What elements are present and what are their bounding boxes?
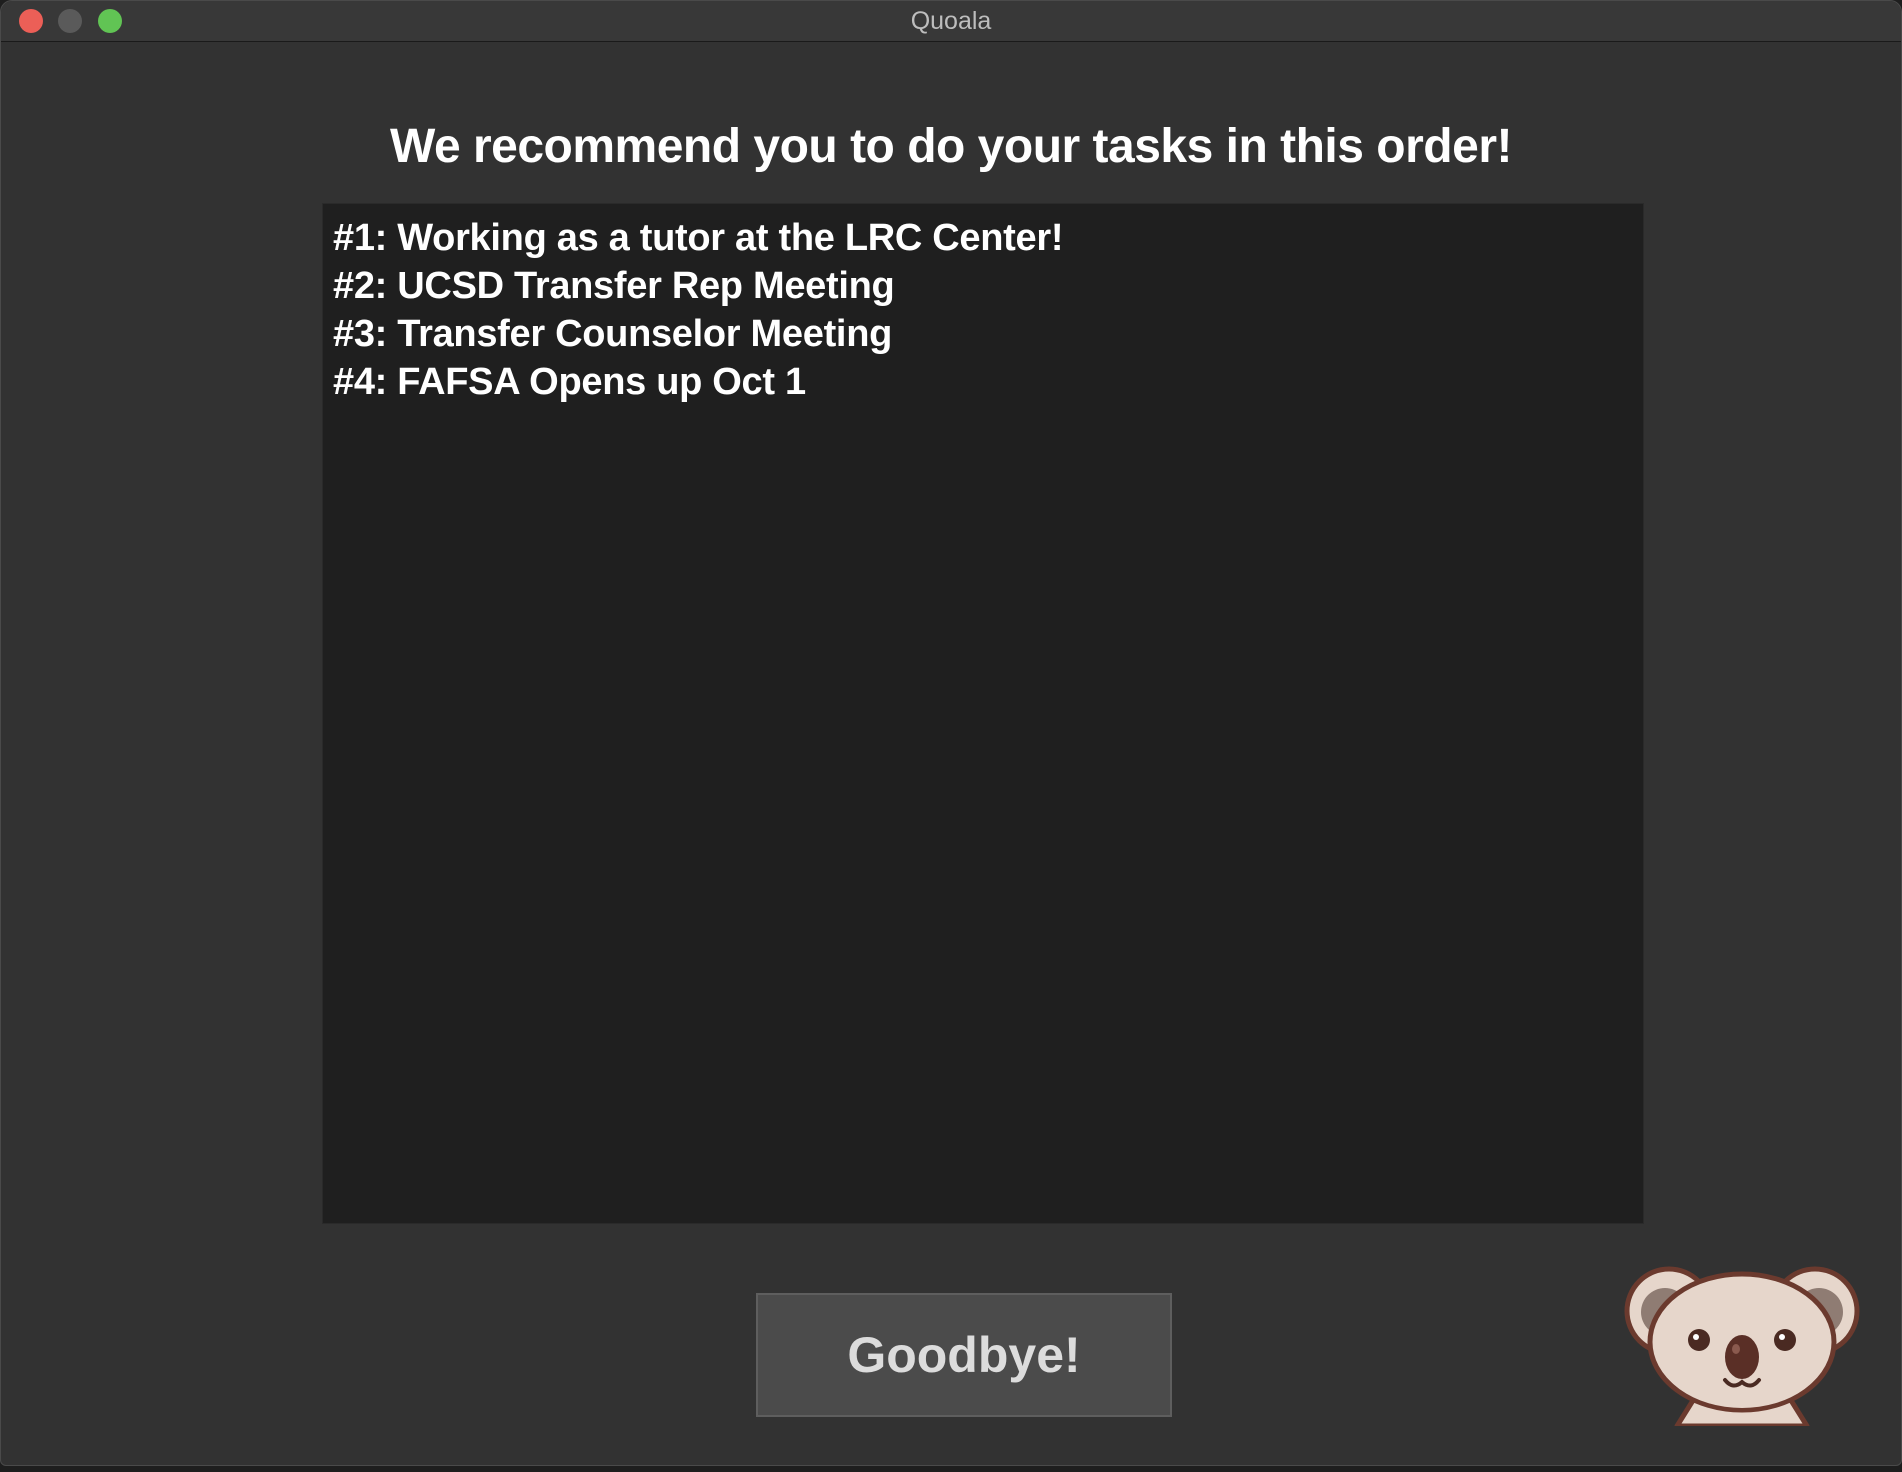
window-title: Quoala	[910, 7, 992, 35]
page-heading: We recommend you to do your tasks in thi…	[390, 120, 1512, 173]
goodbye-button[interactable]: Goodbye!	[756, 1293, 1172, 1417]
task-item-4: #4: FAFSA Opens up Oct 1	[333, 361, 806, 403]
task-list: #1: Working as a tutor at the LRC Center…	[333, 214, 1633, 406]
task-list-panel[interactable]: #1: Working as a tutor at the LRC Center…	[322, 203, 1644, 1224]
app-window: Quoala We recommend you to do your tasks…	[0, 0, 1902, 1466]
task-item-2: #2: UCSD Transfer Rep Meeting	[333, 265, 895, 307]
task-item-3: #3: Transfer Counselor Meeting	[333, 313, 893, 355]
koala-icon	[1624, 1266, 1860, 1426]
task-item-1: #1: Working as a tutor at the LRC Center…	[333, 217, 1064, 259]
title-bar[interactable]: Quoala	[1, 1, 1901, 42]
